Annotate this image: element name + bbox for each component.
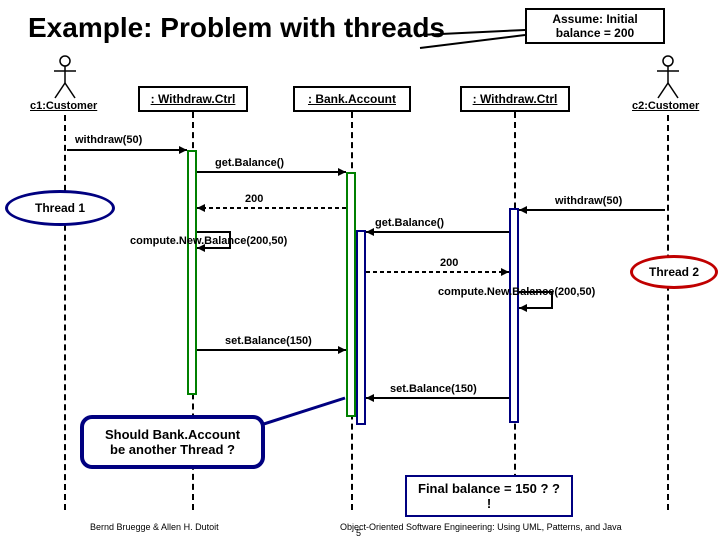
activation-bank2 xyxy=(356,230,366,425)
msg-withdraw-right: withdraw(50) xyxy=(555,195,622,207)
actor-c2-icon xyxy=(655,55,681,100)
lifeline-c1 xyxy=(64,115,66,510)
activation-bank xyxy=(346,172,356,417)
footer-right: Object-Oriented Software Engineering: Us… xyxy=(340,522,622,532)
msg-withdraw-left: withdraw(50) xyxy=(75,134,142,146)
msg-setbalance-left: set.Balance(150) xyxy=(225,335,312,347)
lifeline-c2 xyxy=(667,115,669,510)
actor-c1-label: c1:Customer xyxy=(30,100,97,112)
thread-1-bubble: Thread 1 xyxy=(5,190,115,226)
footer-left: Bernd Bruegge & Allen H. Dutoit xyxy=(90,522,219,532)
footer-page: 5 xyxy=(356,528,361,538)
actor-c1-icon xyxy=(52,55,78,100)
final-balance-note: Final balance = 150 ? ? ! xyxy=(405,475,573,517)
activation-wc1 xyxy=(187,150,197,395)
assume-note: Assume: Initial balance = 200 xyxy=(525,8,665,44)
activation-wc2 xyxy=(509,208,519,423)
callout-question: Should Bank.Account be another Thread ? xyxy=(80,415,265,469)
withdraw-ctrl-2-box: : Withdraw.Ctrl xyxy=(460,86,570,112)
msg-compute-left: compute.New.Balance(200,50) xyxy=(130,235,287,247)
msg-200-right: 200 xyxy=(440,257,458,269)
msg-200-left: 200 xyxy=(245,193,263,205)
bank-account-box: : Bank.Account xyxy=(293,86,411,112)
msg-setbalance-right: set.Balance(150) xyxy=(390,383,477,395)
actor-c2-label: c2:Customer xyxy=(632,100,699,112)
withdraw-ctrl-1-box: : Withdraw.Ctrl xyxy=(138,86,248,112)
diagram-title: Example: Problem with threads xyxy=(28,12,445,44)
msg-getbalance-left: get.Balance() xyxy=(215,157,284,169)
msg-compute-right: compute.New.Balance(200,50) xyxy=(438,286,595,298)
msg-getbalance-right: get.Balance() xyxy=(375,217,444,229)
thread-2-bubble: Thread 2 xyxy=(630,255,718,289)
